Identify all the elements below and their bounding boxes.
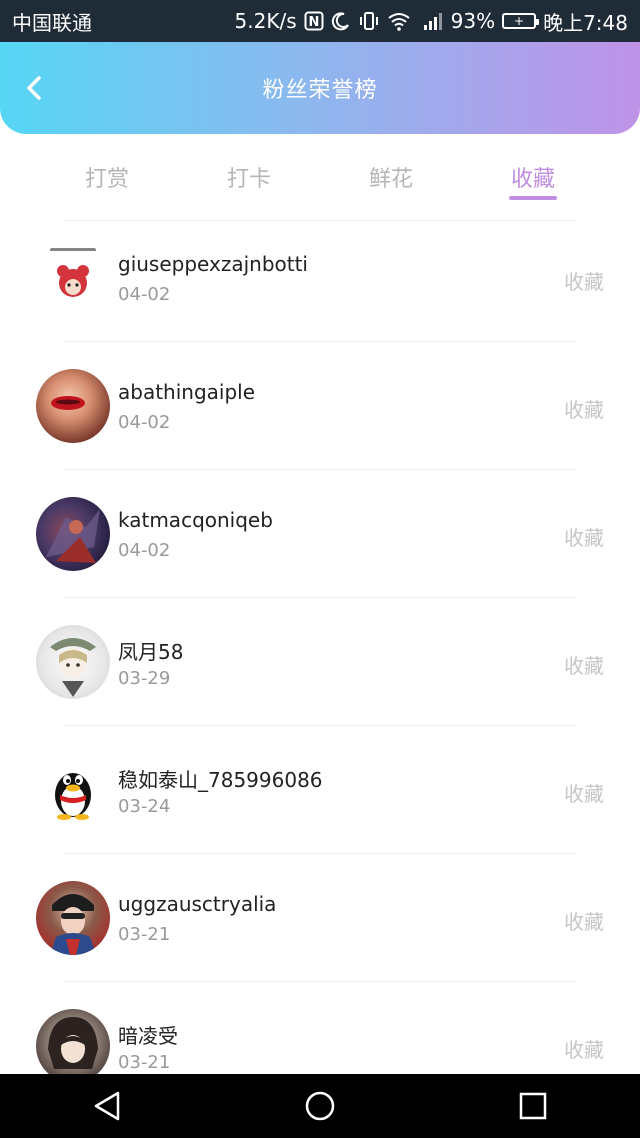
avatar (36, 241, 110, 315)
carrier-label: 中国联通 (12, 10, 92, 35)
avatar (36, 753, 110, 827)
nav-back-button[interactable] (77, 1074, 137, 1138)
circle-home-icon (305, 1091, 335, 1121)
net-speed: 5.2K/s (234, 9, 297, 33)
favorite-action[interactable]: 收藏 (564, 650, 604, 679)
status-right: 5.2K/s N 93% + 晚上7:48 (235, 7, 628, 36)
favorite-action[interactable]: 收藏 (564, 266, 604, 295)
favorite-action[interactable]: 收藏 (564, 522, 604, 551)
battery-icon: + (502, 13, 540, 29)
list-item[interactable]: abathingaiple 04-02 收藏 (0, 342, 640, 470)
svg-text:N: N (308, 15, 319, 30)
fan-name: giuseppexzajnbotti (118, 252, 308, 276)
fan-name: 凤月58 (118, 640, 184, 664)
header: 粉丝荣誉榜 (0, 42, 640, 134)
nfc-icon: N (304, 11, 324, 31)
avatar (36, 369, 110, 443)
tab-checkin[interactable]: 打卡 (178, 134, 320, 220)
fan-date: 03-21 (118, 1052, 171, 1073)
system-nav-bar (0, 1074, 640, 1138)
chevron-left-icon (27, 76, 41, 100)
wifi-icon (387, 11, 411, 31)
moon-icon (331, 11, 351, 31)
vibrate-icon (358, 11, 380, 31)
fan-name: uggzausctryalia (118, 892, 277, 916)
list-item[interactable]: uggzausctryalia 03-21 收藏 (0, 854, 640, 982)
signal-icon (418, 11, 444, 31)
nav-recents-button[interactable] (503, 1074, 563, 1138)
fan-list: giuseppexzajnbotti 04-02 收藏 abathingaipl… (0, 214, 640, 1110)
fan-name: 稳如泰山_785996086 (118, 768, 323, 792)
list-item[interactable]: 凤月58 03-29 收藏 (0, 598, 640, 726)
favorite-action[interactable]: 收藏 (564, 1034, 604, 1063)
tab-bar: 打赏 打卡 鲜花 收藏 (0, 134, 640, 220)
fan-date: 04-02 (118, 284, 171, 305)
avatar (36, 497, 110, 571)
list-item[interactable]: katmacqoniqeb 04-02 收藏 (0, 470, 640, 598)
fan-name: abathingaiple (118, 380, 256, 404)
nav-home-button[interactable] (290, 1074, 350, 1138)
avatar (36, 1009, 110, 1083)
fan-name: katmacqoniqeb (118, 508, 273, 532)
back-button[interactable] (18, 68, 50, 108)
list-item[interactable]: 稳如泰山_785996086 03-24 收藏 (0, 726, 640, 854)
tab-favorites[interactable]: 收藏 (462, 134, 604, 220)
qq-penguin-icon (55, 773, 91, 820)
page-title: 粉丝荣誉榜 (262, 78, 378, 103)
triangle-back-icon (94, 1091, 119, 1121)
avatar (36, 625, 110, 699)
list-item[interactable]: giuseppexzajnbotti 04-02 收藏 (0, 214, 640, 342)
tab-flowers[interactable]: 鲜花 (320, 134, 462, 220)
status-bar: 中国联通 5.2K/s N 93% + 晚上7:48 (0, 0, 640, 42)
square-recents-icon (520, 1092, 547, 1120)
favorite-action[interactable]: 收藏 (564, 778, 604, 807)
fan-date: 03-24 (118, 796, 171, 817)
favorite-action[interactable]: 收藏 (564, 394, 604, 423)
favorite-action[interactable]: 收藏 (564, 906, 604, 935)
clock: 晚上7:48 (543, 10, 628, 35)
fan-date: 03-21 (118, 924, 171, 945)
fan-date: 03-29 (118, 668, 171, 689)
fan-date: 04-02 (118, 540, 171, 561)
tab-reward[interactable]: 打赏 (36, 134, 178, 220)
battery-percent: 93% (450, 9, 496, 33)
avatar (36, 881, 110, 955)
fan-date: 04-02 (118, 412, 171, 433)
fan-name: 暗凌受 (118, 1024, 178, 1048)
